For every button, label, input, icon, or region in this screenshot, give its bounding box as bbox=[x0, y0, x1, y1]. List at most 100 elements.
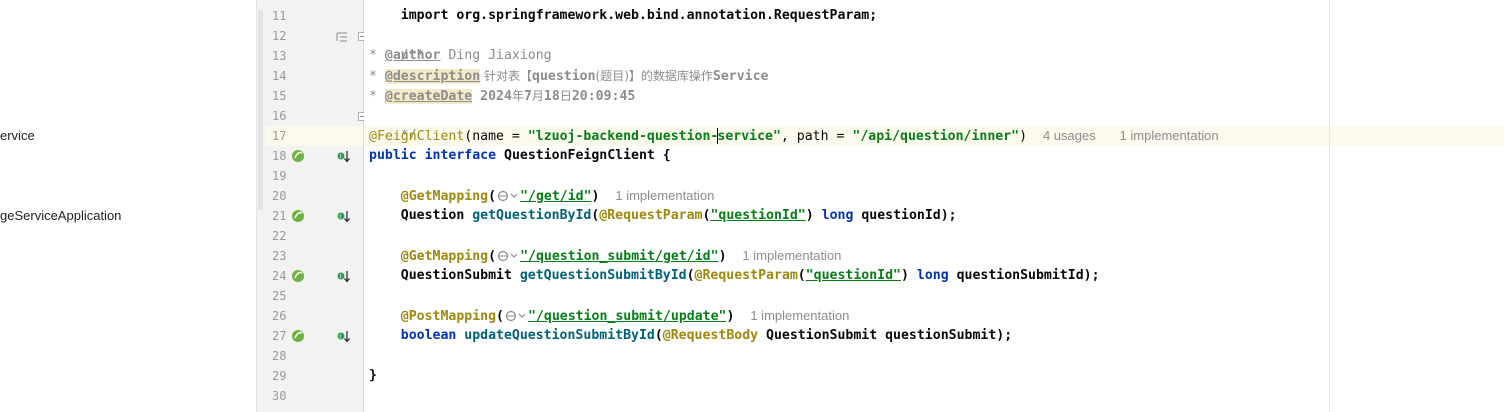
doc-cjk-text: 针对表【 bbox=[480, 69, 532, 83]
tree-item-service[interactable]: ervice bbox=[0, 128, 35, 143]
code-line-20: @GetMapping("/get/id") 1 implementation bbox=[369, 186, 715, 206]
string-literal: "questionId" bbox=[805, 268, 901, 283]
code-line-15: * @createDate 2024年7月18日20:09:45 bbox=[369, 86, 635, 106]
code-text: questionId); bbox=[853, 208, 957, 223]
line-number: 26 bbox=[272, 309, 287, 323]
code-text: ) bbox=[901, 268, 917, 283]
svg-text:I: I bbox=[339, 274, 341, 281]
code-line-27: boolean updateQuestionSubmitById(@Reques… bbox=[369, 326, 1012, 346]
code-line-12: /** bbox=[369, 26, 425, 63]
line-number: 20 bbox=[272, 189, 287, 203]
implementation-hint[interactable]: 1 implementation bbox=[742, 248, 841, 263]
interface-name: QuestionFeignClient { bbox=[496, 148, 671, 163]
code-text: ( bbox=[496, 309, 504, 324]
annotation-feignclient: @FeignClient bbox=[369, 129, 465, 144]
doc-cjk-text: 年 bbox=[511, 89, 524, 103]
implemented-method-icon[interactable]: I bbox=[337, 150, 351, 164]
code-text: ) bbox=[591, 189, 600, 204]
web-endpoint-icon[interactable] bbox=[497, 250, 519, 262]
implementation-hint[interactable]: 1 implementation bbox=[615, 188, 714, 203]
line-number: 17 bbox=[272, 129, 287, 143]
code-editor[interactable]: import org.springframework.web.bind.anno… bbox=[364, 0, 1504, 412]
method-name: getQuestionSubmitById bbox=[519, 268, 687, 283]
web-endpoint-icon[interactable] bbox=[497, 190, 519, 202]
implementation-hint[interactable]: 1 implementation bbox=[1120, 128, 1219, 143]
doc-date-text: 20:09:45 bbox=[571, 89, 636, 104]
code-line-13: * @author Ding Jiaxiong bbox=[369, 46, 552, 66]
annotation-requestparam: @RequestParam bbox=[694, 268, 798, 283]
web-endpoint-icon[interactable] bbox=[291, 329, 305, 343]
code-text: ( bbox=[488, 189, 497, 204]
code-text: ) bbox=[805, 208, 822, 223]
web-endpoint-icon[interactable] bbox=[291, 209, 305, 223]
code-line-21: Question getQuestionById(@RequestParam("… bbox=[369, 206, 957, 226]
method-name: getQuestionById bbox=[472, 208, 592, 223]
code-line-18: public interface QuestionFeignClient { bbox=[369, 146, 671, 166]
annotation-requestparam: @RequestParam bbox=[599, 208, 703, 223]
doc-author-text: Ding Jiaxiong bbox=[440, 48, 552, 63]
spring-bean-icon[interactable] bbox=[291, 149, 305, 163]
implemented-method-icon[interactable]: I bbox=[337, 270, 351, 284]
line-number: 29 bbox=[272, 369, 287, 383]
usages-hint[interactable]: 4 usages bbox=[1043, 128, 1096, 143]
doc-prefix: * bbox=[369, 89, 385, 104]
endpoint-path[interactable]: "/question_submit/update" bbox=[528, 309, 727, 324]
keyword: public bbox=[369, 148, 417, 163]
code-line-10: import org.springframework.web.bind.anno… bbox=[369, 0, 877, 23]
line-number: 22 bbox=[272, 229, 287, 243]
annotation-postmapping: @PostMapping bbox=[400, 309, 497, 324]
line-number: 13 bbox=[272, 49, 287, 63]
web-endpoint-icon[interactable] bbox=[291, 269, 305, 283]
code-text: ) bbox=[718, 249, 727, 264]
svg-text:I: I bbox=[339, 334, 341, 341]
code-text: (name = bbox=[464, 129, 528, 144]
line-number: 30 bbox=[272, 389, 287, 403]
implementation-hint[interactable]: 1 implementation bbox=[750, 308, 849, 323]
tree-scrollbar[interactable] bbox=[258, 10, 263, 210]
keyword: interface bbox=[424, 148, 497, 163]
endpoint-path[interactable]: "/get/id" bbox=[520, 189, 591, 204]
doc-comment-icon[interactable] bbox=[335, 30, 349, 44]
web-endpoint-icon[interactable] bbox=[505, 310, 527, 322]
code-line-24: QuestionSubmit getQuestionSubmitById(@Re… bbox=[369, 266, 1100, 286]
annotation-requestbody: @RequestBody bbox=[662, 328, 759, 343]
line-number: 19 bbox=[272, 169, 287, 183]
code-text: ( bbox=[686, 268, 695, 283]
string-literal: service" bbox=[717, 129, 781, 144]
code-text: , path = bbox=[780, 129, 853, 144]
right-margin-guide bbox=[1329, 0, 1330, 412]
doc-cjk-text: 月 bbox=[531, 89, 544, 103]
return-type: QuestionSubmit bbox=[400, 268, 520, 283]
line-number: 23 bbox=[272, 249, 287, 263]
tree-item-application[interactable]: geServiceApplication bbox=[0, 208, 121, 223]
code-text: ) bbox=[726, 309, 735, 324]
implemented-method-icon[interactable]: I bbox=[337, 210, 351, 224]
code-line-16: */ bbox=[369, 106, 417, 143]
line-number: 11 bbox=[272, 9, 287, 23]
doc-prefix: * bbox=[369, 48, 385, 63]
code-text: ( bbox=[654, 328, 663, 343]
code-line-23: @GetMapping("/question_submit/get/id") 1… bbox=[369, 246, 842, 266]
project-tree: ervice geServiceApplication bbox=[0, 0, 256, 412]
line-number: 12 bbox=[272, 29, 287, 43]
svg-text:I: I bbox=[339, 214, 341, 221]
code-line-14: * @description 针对表【question(题目)】的数据库操作Se… bbox=[369, 66, 768, 86]
doc-cjk-text: 日 bbox=[559, 89, 572, 103]
doc-date-text: 7 bbox=[523, 89, 532, 104]
closing-brace: } bbox=[369, 368, 377, 383]
endpoint-path[interactable]: "/question_submit/get/id" bbox=[520, 249, 719, 264]
keyword: boolean bbox=[400, 328, 457, 343]
code-text: questionSubmitId); bbox=[948, 268, 1100, 283]
line-number: 25 bbox=[272, 289, 287, 303]
line-number: 15 bbox=[272, 89, 287, 103]
code-text: ) bbox=[1019, 129, 1028, 144]
doc-date-text: 2024 bbox=[472, 89, 512, 104]
doc-tag-createdate: @createDate bbox=[384, 89, 473, 104]
string-literal: "/api/question/inner" bbox=[852, 129, 1020, 144]
svg-text:I: I bbox=[339, 154, 341, 161]
implemented-method-icon[interactable]: I bbox=[337, 330, 351, 344]
doc-tag-description: @description bbox=[384, 69, 481, 84]
doc-description-text: Service bbox=[712, 69, 769, 84]
doc-tag-author: @author bbox=[384, 48, 441, 63]
annotation-getmapping: @GetMapping bbox=[400, 249, 489, 264]
